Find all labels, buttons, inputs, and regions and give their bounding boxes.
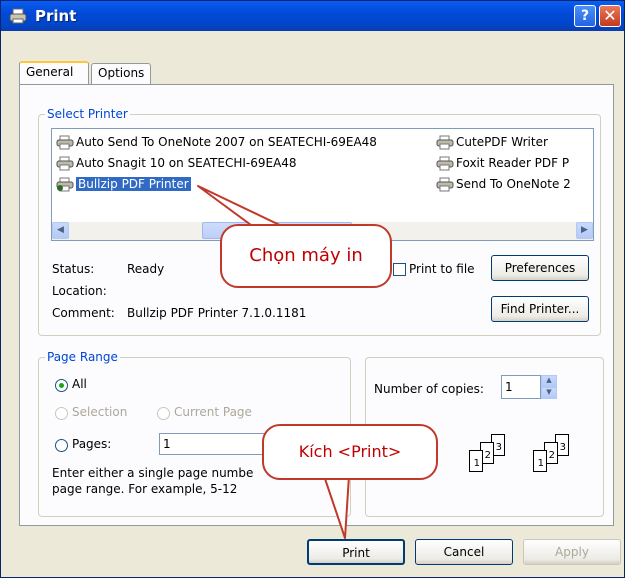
printer-name: Auto Send To OneNote 2007 on SEATECHI-69… bbox=[76, 135, 377, 149]
close-button[interactable]: ✕ bbox=[599, 5, 621, 27]
status-label: Status: bbox=[52, 262, 95, 276]
printer-icon bbox=[9, 8, 27, 24]
current-page-label: Current Page bbox=[174, 405, 252, 419]
callout-choose-printer: Chọn máy in bbox=[220, 224, 392, 288]
printer-icon bbox=[56, 156, 74, 171]
tab-general[interactable]: General bbox=[19, 61, 89, 86]
page-sheet: 1 bbox=[533, 450, 547, 472]
tab-options[interactable]: Options bbox=[91, 63, 151, 85]
scroll-left-icon[interactable]: ◀ bbox=[52, 222, 69, 239]
location-label: Location: bbox=[52, 284, 107, 298]
print-button[interactable]: Print bbox=[307, 539, 405, 565]
selection-label: Selection bbox=[72, 405, 128, 419]
collate-illustration-1: 3 2 1 bbox=[469, 434, 519, 482]
page-range-label: Page Range bbox=[45, 350, 120, 364]
printer-icon bbox=[436, 177, 454, 192]
printer-name: Send To OneNote 2 bbox=[456, 177, 571, 191]
page-range-help-line1: Enter either a single page numbe bbox=[52, 466, 254, 480]
page-range-help-line2: page range. For example, 5-12 bbox=[52, 482, 238, 496]
title-bar[interactable]: Print ? ✕ bbox=[1, 1, 624, 31]
cancel-button[interactable]: Cancel bbox=[415, 539, 513, 565]
spin-down-icon[interactable]: ▼ bbox=[541, 387, 557, 399]
printer-name: CutePDF Writer bbox=[456, 135, 548, 149]
page-sheet: 1 bbox=[469, 450, 483, 472]
window-title: Print bbox=[35, 7, 77, 25]
current-page-radio[interactable] bbox=[157, 407, 170, 420]
pages-input[interactable]: 1 bbox=[159, 433, 277, 455]
printer-icon bbox=[436, 156, 454, 171]
printer-item[interactable]: Send To OneNote 2 bbox=[436, 175, 571, 193]
printer-item[interactable]: CutePDF Writer bbox=[436, 133, 548, 151]
collate-illustration-2: 3 2 1 bbox=[533, 434, 583, 482]
apply-button[interactable]: Apply bbox=[523, 539, 621, 565]
copies-label: Number of copies: bbox=[374, 382, 484, 396]
select-printer-label: Select Printer bbox=[45, 107, 130, 121]
default-printer-icon bbox=[56, 177, 74, 192]
comment-value: Bullzip PDF Printer 7.1.0.1181 bbox=[127, 306, 307, 320]
printer-name: Auto Snagit 10 on SEATECHI-69EA48 bbox=[76, 156, 297, 170]
printer-name: Bullzip PDF Printer bbox=[75, 176, 192, 192]
print-to-file-checkbox[interactable] bbox=[393, 263, 406, 276]
printer-icon bbox=[56, 135, 74, 150]
printer-item[interactable]: Foxit Reader PDF P bbox=[436, 154, 569, 172]
preferences-button[interactable]: Preferences bbox=[491, 255, 589, 281]
all-radio[interactable] bbox=[55, 379, 68, 392]
find-printer-button[interactable]: Find Printer... bbox=[491, 296, 589, 322]
spin-up-icon[interactable]: ▲ bbox=[541, 375, 557, 387]
pages-radio[interactable] bbox=[55, 439, 68, 452]
copies-spinner[interactable]: ▲ ▼ bbox=[541, 375, 557, 399]
pages-label: Pages: bbox=[72, 437, 112, 451]
scroll-right-icon[interactable]: ▶ bbox=[576, 222, 593, 239]
callout-click-print: Kích <Print> bbox=[262, 424, 438, 480]
selection-radio[interactable] bbox=[55, 407, 68, 420]
printer-item-selected[interactable]: Bullzip PDF Printer bbox=[56, 175, 192, 193]
help-button[interactable]: ? bbox=[574, 5, 596, 27]
comment-label: Comment: bbox=[52, 306, 115, 320]
printer-item[interactable]: Auto Snagit 10 on SEATECHI-69EA48 bbox=[56, 154, 297, 172]
printer-name: Foxit Reader PDF P bbox=[456, 156, 570, 170]
status-value: Ready bbox=[127, 262, 165, 276]
printer-icon bbox=[436, 135, 454, 150]
printer-item[interactable]: Auto Send To OneNote 2007 on SEATECHI-69… bbox=[56, 133, 377, 151]
print-to-file-label: Print to file bbox=[409, 262, 475, 276]
all-label: All bbox=[72, 377, 87, 391]
copies-input[interactable]: 1 bbox=[501, 375, 541, 399]
print-dialog: Print ? ✕ General Options Select Printer… bbox=[0, 0, 625, 578]
